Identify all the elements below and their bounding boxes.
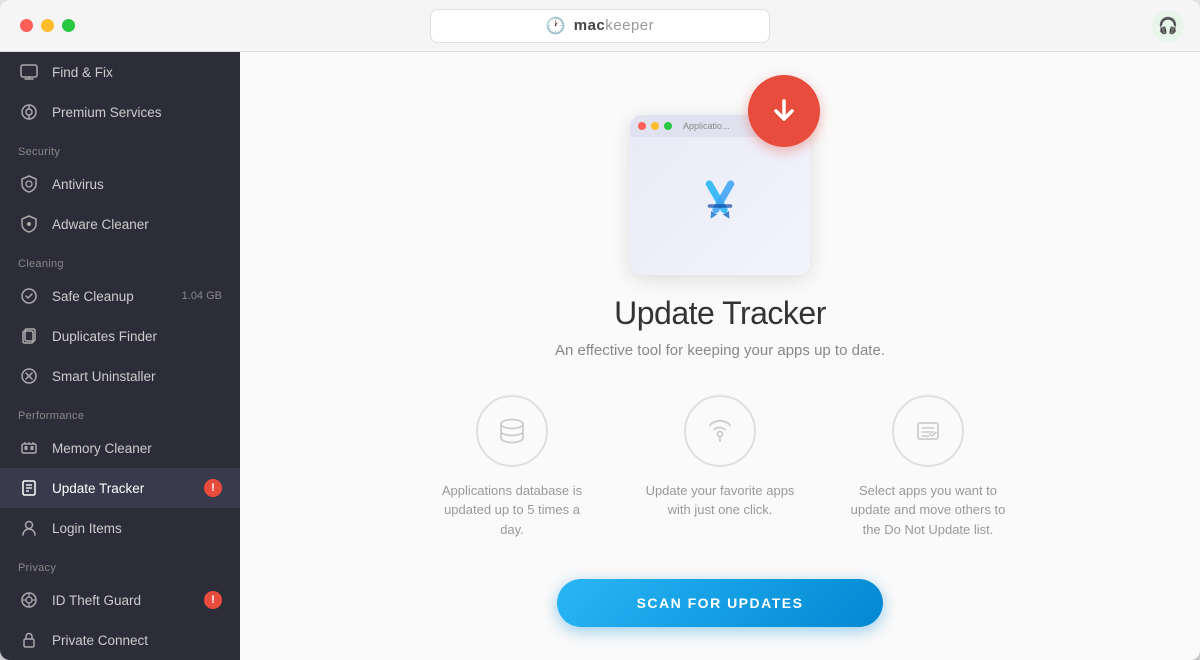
history-icon: 🕐 bbox=[546, 16, 566, 36]
mock-minimize bbox=[651, 122, 659, 130]
feature-database-text: Applications database is updated up to 5… bbox=[432, 481, 592, 540]
main-content: Applicatio... bbox=[240, 52, 1200, 660]
performance-section-label: Performance bbox=[0, 396, 240, 428]
feature-one-click-text: Update your favorite apps with just one … bbox=[640, 481, 800, 520]
download-badge bbox=[748, 75, 820, 147]
sidebar-item-adware-cleaner[interactable]: Adware Cleaner bbox=[0, 204, 240, 244]
support-button[interactable]: 🎧 bbox=[1152, 10, 1184, 42]
sidebar-item-find-fix-label: Find & Fix bbox=[52, 65, 222, 80]
sidebar-item-memory-cleaner-label: Memory Cleaner bbox=[52, 441, 222, 456]
feature-list-icon bbox=[892, 395, 964, 467]
titlebar: 🕐 mackeeper 🎧 bbox=[0, 0, 1200, 52]
privacy-section-label: Privacy bbox=[0, 548, 240, 580]
app-brand: mackeeper bbox=[574, 17, 654, 34]
page-title: Update Tracker bbox=[614, 295, 826, 332]
sidebar-item-private-connect-label: Private Connect bbox=[52, 633, 222, 648]
sidebar-item-premium-services[interactable]: Premium Services bbox=[0, 92, 240, 132]
sidebar-item-private-connect[interactable]: Private Connect bbox=[0, 620, 240, 660]
memory-cleaner-icon bbox=[18, 437, 40, 459]
sidebar-item-premium-services-label: Premium Services bbox=[52, 105, 222, 120]
sidebar-item-adware-cleaner-label: Adware Cleaner bbox=[52, 217, 222, 232]
feature-item-database: Applications database is updated up to 5… bbox=[432, 395, 592, 540]
sidebar-item-find-fix[interactable]: Find & Fix bbox=[0, 52, 240, 92]
login-items-icon bbox=[18, 517, 40, 539]
find-fix-icon bbox=[18, 61, 40, 83]
premium-services-icon bbox=[18, 101, 40, 123]
minimize-button[interactable] bbox=[41, 19, 54, 32]
feature-item-one-click: Update your favorite apps with just one … bbox=[640, 395, 800, 520]
feature-item-select-apps: Select apps you want to update and move … bbox=[848, 395, 1008, 540]
mock-maximize bbox=[664, 122, 672, 130]
appstore-logo bbox=[685, 171, 755, 241]
sidebar-item-antivirus[interactable]: Antivirus bbox=[0, 164, 240, 204]
feature-signal-icon bbox=[684, 395, 756, 467]
sidebar-item-id-theft-guard[interactable]: ID Theft Guard ! bbox=[0, 580, 240, 620]
sidebar-item-duplicates-finder-label: Duplicates Finder bbox=[52, 329, 222, 344]
sidebar-item-memory-cleaner[interactable]: Memory Cleaner bbox=[0, 428, 240, 468]
id-theft-guard-badge: ! bbox=[204, 591, 222, 609]
id-theft-guard-icon bbox=[18, 589, 40, 611]
app-body: Find & Fix Premium Services Security bbox=[0, 52, 1200, 660]
mock-close bbox=[638, 122, 646, 130]
security-section-label: Security bbox=[0, 132, 240, 164]
traffic-lights bbox=[20, 19, 75, 32]
sidebar-item-id-theft-guard-label: ID Theft Guard bbox=[52, 593, 192, 608]
private-connect-icon bbox=[18, 629, 40, 651]
maximize-button[interactable] bbox=[62, 19, 75, 32]
safe-cleanup-size: 1.04 GB bbox=[182, 290, 222, 302]
cleaning-section-label: Cleaning bbox=[0, 244, 240, 276]
sidebar-item-update-tracker[interactable]: Update Tracker ! bbox=[0, 468, 240, 508]
app-window: 🕐 mackeeper 🎧 Find & Fix bbox=[0, 0, 1200, 660]
sidebar-item-smart-uninstaller[interactable]: Smart Uninstaller bbox=[0, 356, 240, 396]
sidebar-item-login-items[interactable]: Login Items bbox=[0, 508, 240, 548]
mock-content bbox=[630, 137, 810, 275]
sidebar: Find & Fix Premium Services Security bbox=[0, 52, 240, 660]
antivirus-icon bbox=[18, 173, 40, 195]
download-arrow-icon bbox=[766, 93, 802, 129]
update-tracker-badge: ! bbox=[204, 479, 222, 497]
adware-cleaner-icon bbox=[18, 213, 40, 235]
sidebar-item-update-tracker-label: Update Tracker bbox=[52, 481, 192, 496]
close-button[interactable] bbox=[20, 19, 33, 32]
sidebar-item-antivirus-label: Antivirus bbox=[52, 177, 222, 192]
page-subtitle: An effective tool for keeping your apps … bbox=[555, 342, 885, 359]
update-tracker-illustration: Applicatio... bbox=[620, 75, 820, 275]
mock-title: Applicatio... bbox=[683, 121, 730, 131]
duplicates-finder-icon bbox=[18, 325, 40, 347]
features-row: Applications database is updated up to 5… bbox=[432, 395, 1008, 540]
sidebar-item-smart-uninstaller-label: Smart Uninstaller bbox=[52, 369, 222, 384]
smart-uninstaller-icon bbox=[18, 365, 40, 387]
safe-cleanup-icon bbox=[18, 285, 40, 307]
sidebar-item-safe-cleanup-label: Safe Cleanup bbox=[52, 289, 170, 304]
sidebar-item-safe-cleanup[interactable]: Safe Cleanup 1.04 GB bbox=[0, 276, 240, 316]
update-tracker-icon bbox=[18, 477, 40, 499]
feature-select-apps-text: Select apps you want to update and move … bbox=[848, 481, 1008, 540]
headphones-icon: 🎧 bbox=[1158, 16, 1178, 36]
titlebar-search-bar: 🕐 mackeeper bbox=[430, 9, 770, 43]
sidebar-item-login-items-label: Login Items bbox=[52, 521, 222, 536]
sidebar-item-duplicates-finder[interactable]: Duplicates Finder bbox=[0, 316, 240, 356]
feature-database-icon bbox=[476, 395, 548, 467]
scan-for-updates-button[interactable]: SCAN FOR UPDATES bbox=[557, 579, 884, 627]
